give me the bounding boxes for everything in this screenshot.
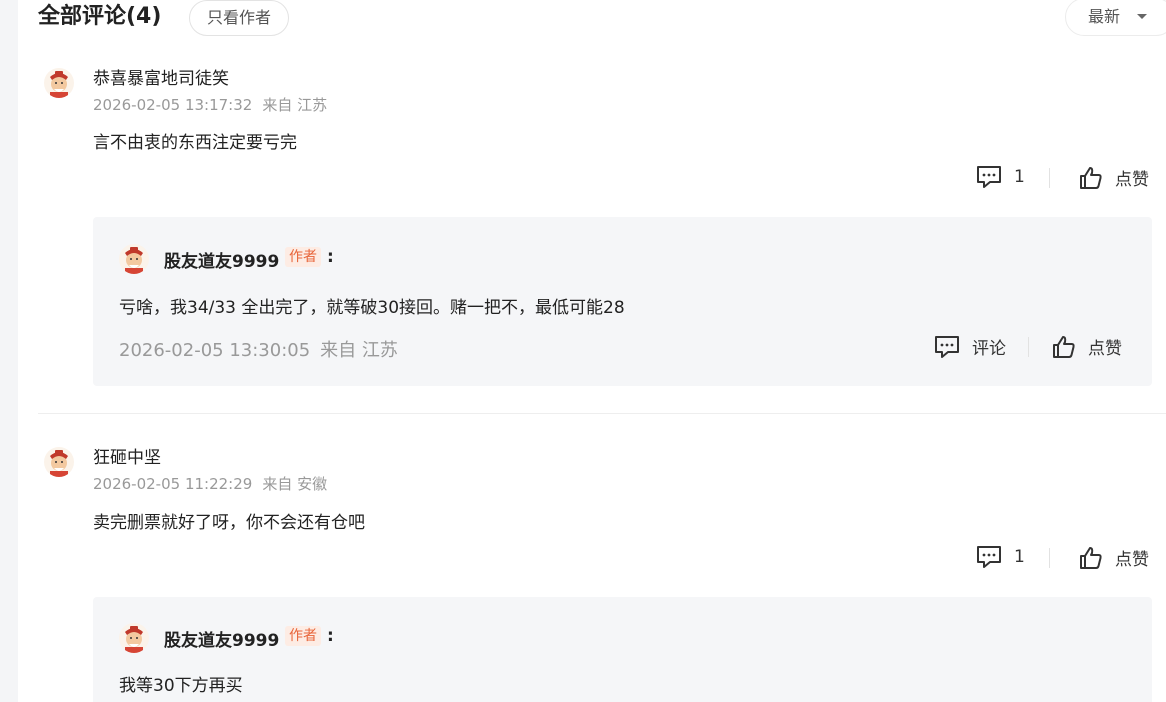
comment-time: 2026-02-05 11:22:29 [93,475,253,493]
reply-username[interactable]: 股友道友9999 [164,626,279,651]
reply-location: 来自 江苏 [320,340,398,361]
action-divider [1028,337,1029,357]
reply-count-button[interactable]: 1 [976,545,1025,569]
action-divider [1049,548,1050,568]
comment-username[interactable]: 恭喜暴富地司徒笑 [93,64,229,89]
thumbs-up-icon [1080,166,1102,189]
reply-username[interactable]: 股友道友9999 [164,247,279,272]
comment-text: 言不由衷的东西注定要亏完 [93,133,297,153]
comment-time: 2026-02-05 13:17:32 [93,96,253,114]
user-avatar[interactable] [44,68,74,98]
author-only-button[interactable]: 只看作者 [189,0,289,36]
thumbs-up-icon [1080,546,1102,569]
sort-label: 最新 [1088,7,1121,26]
caret-down-icon [1137,14,1147,19]
reply-text: 我等30下方再买 [119,676,243,696]
reply-count-button[interactable]: 1 [976,165,1025,189]
thumbs-up-icon [1053,335,1075,358]
reply-avatar[interactable] [119,244,149,274]
action-divider [1049,168,1050,188]
comment-bubble-icon [977,166,1001,188]
reply-colon: : [327,247,334,267]
comment-location: 来自 安徽 [262,475,328,493]
reply-time: 2026-02-05 13:30:05 [119,340,311,361]
comment-location: 来自 江苏 [262,96,328,114]
reply-count: 1 [1014,547,1025,567]
comments-title: 全部评论(4) [38,4,162,29]
reply-avatar[interactable] [119,623,149,653]
like-label: 点赞 [1115,170,1149,190]
comments-panel: 全部评论(4) 只看作者 最新 恭喜暴富地司徒笑 2026-02-05 13:1… [18,0,1166,702]
reply-colon: : [327,626,334,646]
reply-like-label: 点赞 [1088,339,1122,359]
like-label: 点赞 [1115,550,1149,570]
reply-comment-button[interactable]: 评论 [934,334,1006,359]
like-button[interactable]: 点赞 [1079,165,1149,190]
reply-like-button[interactable]: 点赞 [1052,334,1122,359]
reply-text: 亏啥，我34/33 全出完了，就等破30接回。赌一把不，最低可能28 [119,298,625,318]
comment-divider [38,413,1166,414]
comment-text: 卖完删票就好了呀，你不会还有仓吧 [93,513,365,533]
author-tag: 作者 [285,247,321,267]
reply-count: 1 [1014,167,1025,187]
comment-bubble-icon [935,335,959,358]
author-tag: 作者 [285,626,321,646]
reply-comment-label: 评论 [972,339,1006,359]
reply-box: 股友道友9999 作者 : 亏啥，我34/33 全出完了，就等破30接回。赌一把… [93,217,1152,386]
comment-username[interactable]: 狂砸中坚 [93,443,161,468]
comment-bubble-icon [977,546,1001,568]
like-button[interactable]: 点赞 [1079,545,1149,570]
comment-meta: 2026-02-05 11:22:29 来自 安徽 [93,473,327,494]
reply-box: 股友道友9999 作者 : 我等30下方再买 [93,597,1152,702]
comment-meta: 2026-02-05 13:17:32 来自 江苏 [93,94,327,115]
sort-dropdown[interactable]: 最新 [1065,0,1166,36]
reply-meta: 2026-02-05 13:30:05 来自 江苏 [119,336,398,362]
user-avatar[interactable] [44,447,74,477]
